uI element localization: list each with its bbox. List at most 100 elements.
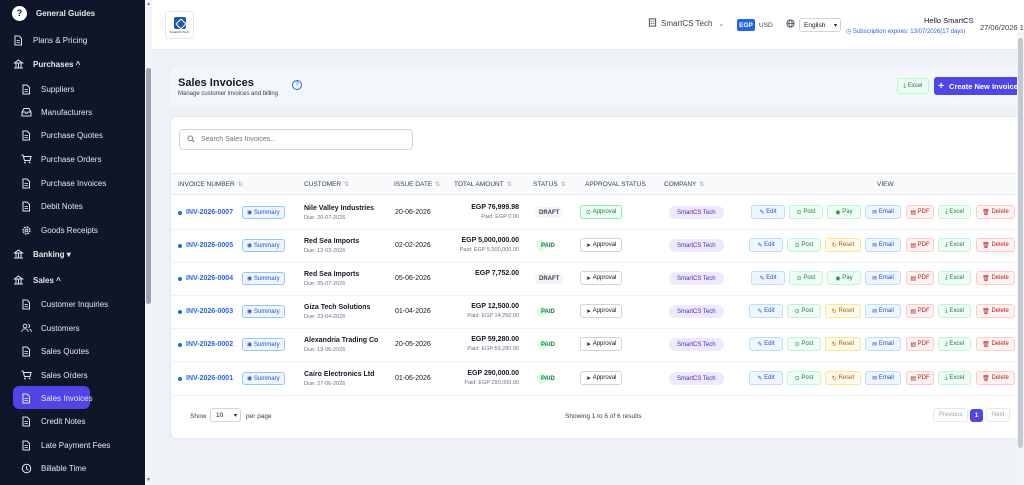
summary-button[interactable]: ◉ Summary xyxy=(242,372,285,385)
pdf-button[interactable]: ▤ PDF xyxy=(906,238,934,252)
excel-button[interactable]: ⤓ Excel xyxy=(938,238,971,252)
summary-button[interactable]: ◉ Summary xyxy=(242,272,285,285)
post-button[interactable]: ⊙ Post xyxy=(787,371,821,385)
sidebar-item-debit-notes[interactable]: Debit Notes xyxy=(0,196,145,216)
sidebar-item-sales[interactable]: Sales ^ xyxy=(0,270,145,290)
reset-button[interactable]: ↻ Reset xyxy=(825,337,861,351)
search-box[interactable] xyxy=(179,129,413,150)
pdf-button[interactable]: ▤ PDF xyxy=(906,205,934,219)
email-button[interactable]: ✉ Email xyxy=(865,337,901,351)
currency-usd-button[interactable]: USD xyxy=(759,19,773,31)
sidebar-scrollbar-thumb[interactable] xyxy=(146,68,151,304)
export-excel-button[interactable]: ⤓ Excel xyxy=(897,78,929,94)
invoice-number-link[interactable]: INV-2026-0004 xyxy=(186,275,233,282)
col-issue-date[interactable]: ISSUE DATE ⇅ xyxy=(394,181,440,188)
page-1-button[interactable]: 1 xyxy=(970,409,983,422)
main-scrollbar-thumb[interactable] xyxy=(1018,38,1023,448)
invoice-number-link[interactable]: INV-2026-0002 xyxy=(186,341,233,348)
sidebar-item-credit-notes[interactable]: Credit Notes xyxy=(0,411,145,431)
approval-button[interactable]: ➤ Approval xyxy=(580,238,623,252)
delete-button[interactable]: 🗑 Delete xyxy=(976,238,1015,252)
next-page-button[interactable]: Next xyxy=(986,408,1011,422)
sidebar-item-sales-orders[interactable]: Sales Orders xyxy=(0,365,145,385)
edit-button[interactable]: ✎ Edit xyxy=(749,238,783,252)
summary-button[interactable]: ◉ Summary xyxy=(242,206,285,219)
email-button[interactable]: ✉ Email xyxy=(865,271,901,285)
previous-page-button[interactable]: Previous xyxy=(933,408,969,422)
reset-button[interactable]: ↻ Reset xyxy=(825,238,861,252)
delete-button[interactable]: 🗑 Delete xyxy=(976,337,1015,351)
excel-button[interactable]: ⤓ Excel xyxy=(938,271,971,285)
email-button[interactable]: ✉ Email xyxy=(865,205,901,219)
post-button[interactable]: ⊙ Post xyxy=(789,271,823,285)
edit-button[interactable]: ✎ Edit xyxy=(749,337,783,351)
table-row[interactable]: INV-2026-0005 ◉ Summary Red Sea Imports Due… xyxy=(171,230,1024,263)
sidebar-item-sales-quotes[interactable]: Sales Quotes xyxy=(0,341,145,361)
approval-button[interactable]: ➤ Approval xyxy=(580,304,623,318)
reset-button[interactable]: ↻ Reset xyxy=(825,304,861,318)
pdf-button[interactable]: ▤ PDF xyxy=(906,337,934,351)
sidebar-item-goods-receipts[interactable]: Goods Receipts xyxy=(0,220,145,240)
col-company[interactable]: COMPANY ⇅ xyxy=(664,181,704,188)
table-row[interactable]: INV-2026-0003 ◉ Summary Giza Tech Solution… xyxy=(171,296,1024,329)
email-button[interactable]: ✉ Email xyxy=(865,238,901,252)
help-icon[interactable]: ? xyxy=(292,80,302,90)
delete-button[interactable]: 🗑 Delete xyxy=(976,371,1015,385)
search-input[interactable] xyxy=(201,136,401,143)
table-row[interactable]: INV-2026-0004 ◉ Summary Red Sea Imports Due… xyxy=(171,263,1024,296)
invoice-number-link[interactable]: INV-2026-0003 xyxy=(186,308,233,315)
post-button[interactable]: ⊙ Post xyxy=(787,304,821,318)
edit-button[interactable]: ✎ Edit xyxy=(749,304,783,318)
pay-button[interactable]: ◉ Pay xyxy=(827,205,861,219)
approval-button[interactable]: ⊙ Approval xyxy=(580,205,623,219)
col-customer[interactable]: CUSTOMER ⇅ xyxy=(304,181,349,188)
table-row[interactable]: INV-2026-0007 ◉ Summary Nile Valley Indust… xyxy=(171,197,1024,230)
sidebar-item-late-payment-fees[interactable]: Late Payment Fees xyxy=(0,435,145,455)
email-button[interactable]: ✉ Email xyxy=(865,371,901,385)
sidebar-item-plans-pricing[interactable]: Plans & Pricing xyxy=(0,30,145,50)
create-invoice-button[interactable]: + Create New Invoice xyxy=(934,77,1022,95)
excel-button[interactable]: ⤓ Excel xyxy=(938,371,971,385)
summary-button[interactable]: ◉ Summary xyxy=(242,338,285,351)
reset-button[interactable]: ↻ Reset xyxy=(825,371,861,385)
sidebar-item-banking[interactable]: Banking ▾ xyxy=(0,244,145,264)
scroll-down-icon[interactable]: ▼ xyxy=(146,478,151,483)
summary-button[interactable]: ◉ Summary xyxy=(242,239,285,252)
invoice-number-link[interactable]: INV-2026-0005 xyxy=(186,242,233,249)
company-selector[interactable]: SmartCS Tech ⌄ xyxy=(648,18,724,29)
sidebar-item-general-guides[interactable]: ? General Guides xyxy=(0,3,145,23)
table-row[interactable]: INV-2026-0001 ◉ Summary Cairo Electronics … xyxy=(171,363,1024,396)
delete-button[interactable]: 🗑 Delete xyxy=(976,304,1015,318)
delete-button[interactable]: 🗑 Delete xyxy=(976,205,1015,219)
post-button[interactable]: ⊙ Post xyxy=(787,337,821,351)
invoice-number-link[interactable]: INV-2026-0007 xyxy=(186,209,233,216)
scroll-up-icon[interactable]: ▲ xyxy=(146,2,151,7)
edit-button[interactable]: ✎ Edit xyxy=(751,205,785,219)
post-button[interactable]: ⊙ Post xyxy=(787,238,821,252)
language-select[interactable]: English ▾ xyxy=(799,18,841,32)
sidebar-item-suppliers[interactable]: Suppliers xyxy=(0,79,145,99)
invoice-number-link[interactable]: INV-2026-0001 xyxy=(186,375,233,382)
sidebar-item-customers[interactable]: Customers xyxy=(0,318,145,338)
excel-button[interactable]: ⤓ Excel xyxy=(938,304,971,318)
approval-button[interactable]: ➤ Approval xyxy=(580,271,623,285)
sidebar-item-purchase-quotes[interactable]: Purchase Quotes xyxy=(0,125,145,145)
pay-button[interactable]: ◉ Pay xyxy=(827,271,861,285)
sidebar-item-purchases[interactable]: Purchases ^ xyxy=(0,54,145,74)
summary-button[interactable]: ◉ Summary xyxy=(242,305,285,318)
excel-button[interactable]: ⤓ Excel xyxy=(938,205,971,219)
sidebar-item-purchase-orders[interactable]: Purchase Orders xyxy=(0,149,145,169)
company-logo[interactable]: SmartCS Tech xyxy=(165,11,194,39)
table-row[interactable]: INV-2026-0002 ◉ Summary Alexandria Trading… xyxy=(171,329,1024,362)
edit-button[interactable]: ✎ Edit xyxy=(749,371,783,385)
excel-button[interactable]: ⤓ Excel xyxy=(938,337,971,351)
delete-button[interactable]: 🗑 Delete xyxy=(976,271,1015,285)
pdf-button[interactable]: ▤ PDF xyxy=(906,371,934,385)
sidebar-item-purchase-invoices[interactable]: Purchase Invoices xyxy=(0,173,145,193)
pdf-button[interactable]: ▤ PDF xyxy=(906,304,934,318)
sidebar-item-customer-inquiries[interactable]: Customer Inquiries xyxy=(0,294,145,314)
email-button[interactable]: ✉ Email xyxy=(865,304,901,318)
pdf-button[interactable]: ▤ PDF xyxy=(906,271,934,285)
approval-button[interactable]: ➤ Approval xyxy=(580,337,623,351)
currency-egp-button[interactable]: EGP xyxy=(737,19,755,31)
